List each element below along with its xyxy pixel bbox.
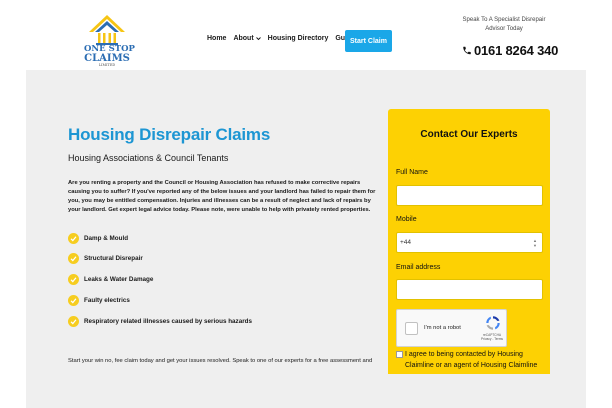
- check-icon: [68, 274, 79, 286]
- page-title: Housing Disrepair Claims: [68, 125, 271, 144]
- nav-item-home[interactable]: Home: [207, 35, 226, 42]
- check-icon: [68, 253, 79, 265]
- check-icon: [68, 315, 79, 327]
- nav-item-label: Home: [207, 35, 227, 42]
- start-claim-button[interactable]: Start Claim: [345, 30, 392, 52]
- check-icon: [68, 232, 79, 244]
- page-subtitle: Housing Associations & Council Tenants: [68, 153, 229, 163]
- intro-paragraph: Are you renting a property and the Counc…: [68, 180, 376, 213]
- full-name-field[interactable]: [396, 185, 543, 206]
- house-roof-icon: [89, 15, 125, 45]
- mobile-field[interactable]: [396, 232, 543, 253]
- mobile-country-prefix: +44: [400, 239, 412, 246]
- logo-wordmark: ONE STOP CLAIMS LIMITED: [84, 45, 135, 68]
- email-field[interactable]: [396, 279, 543, 300]
- recaptcha-links[interactable]: Privacy - Terms: [481, 337, 503, 341]
- issue-label: Structural Disrepair: [84, 255, 143, 263]
- recaptcha-checkbox[interactable]: [405, 322, 418, 335]
- issue-label: Leaks & Water Damage: [84, 276, 154, 284]
- full-name-label: Full Name: [396, 169, 428, 176]
- contact-form: Contact Our Experts Full Name Mobile +44…: [388, 109, 550, 374]
- recaptcha-brand: reCAPTCHA Privacy - Terms: [477, 333, 507, 341]
- consent-label: I agree to being contacted by Housing Cl…: [405, 351, 538, 369]
- nav-item-label: Housing Directory: [267, 35, 329, 42]
- list-item: Faulty electrics: [68, 294, 252, 306]
- outro-paragraph: Start your win no, fee claim today and g…: [68, 358, 373, 364]
- consent-checkbox[interactable]: [396, 351, 403, 358]
- email-label: Email address: [396, 264, 441, 271]
- mobile-label: Mobile: [396, 216, 417, 223]
- nav-item-label: About: [233, 35, 254, 42]
- recaptcha-icon: [486, 316, 500, 330]
- check-icon: [68, 294, 79, 306]
- form-title: Contact Our Experts: [420, 129, 518, 140]
- phone-number: 0161 8264 340: [474, 43, 559, 58]
- issue-label: Damp & Mould: [84, 234, 129, 242]
- chevron-down-icon: [255, 37, 261, 41]
- list-item: Respiratory related illnesses caused by …: [68, 315, 252, 327]
- stepper-arrows-icon[interactable]: ▲ ▼: [531, 234, 539, 251]
- issue-label: Respiratory related illnesses caused by …: [84, 317, 252, 325]
- recaptcha-label: I'm not a robot: [424, 325, 461, 331]
- nav-item-about[interactable]: About: [233, 35, 261, 42]
- site-header: ONE STOP CLAIMS LIMITED Home About Housi…: [0, 0, 612, 70]
- contact-tagline: Speak To A Specialist Disrepair Advisor …: [462, 17, 546, 32]
- logo[interactable]: ONE STOP CLAIMS LIMITED: [84, 14, 135, 70]
- list-item: Structural Disrepair: [68, 253, 252, 265]
- recaptcha-widget: I'm not a robot reCAPTCHA Privacy - Term…: [396, 309, 507, 347]
- logo-line-2: CLAIMS: [84, 53, 130, 64]
- phone-link[interactable]: 0161 8264 340: [462, 43, 558, 58]
- phone-icon: [463, 46, 471, 55]
- issue-label: Faulty electrics: [84, 296, 130, 304]
- list-item: Damp & Mould: [68, 232, 252, 244]
- list-item: Leaks & Water Damage: [68, 274, 252, 286]
- issue-list: Damp & Mould Structural Disrepair Leaks …: [68, 232, 252, 336]
- nav-item-housing-directory[interactable]: Housing Directory: [268, 35, 329, 42]
